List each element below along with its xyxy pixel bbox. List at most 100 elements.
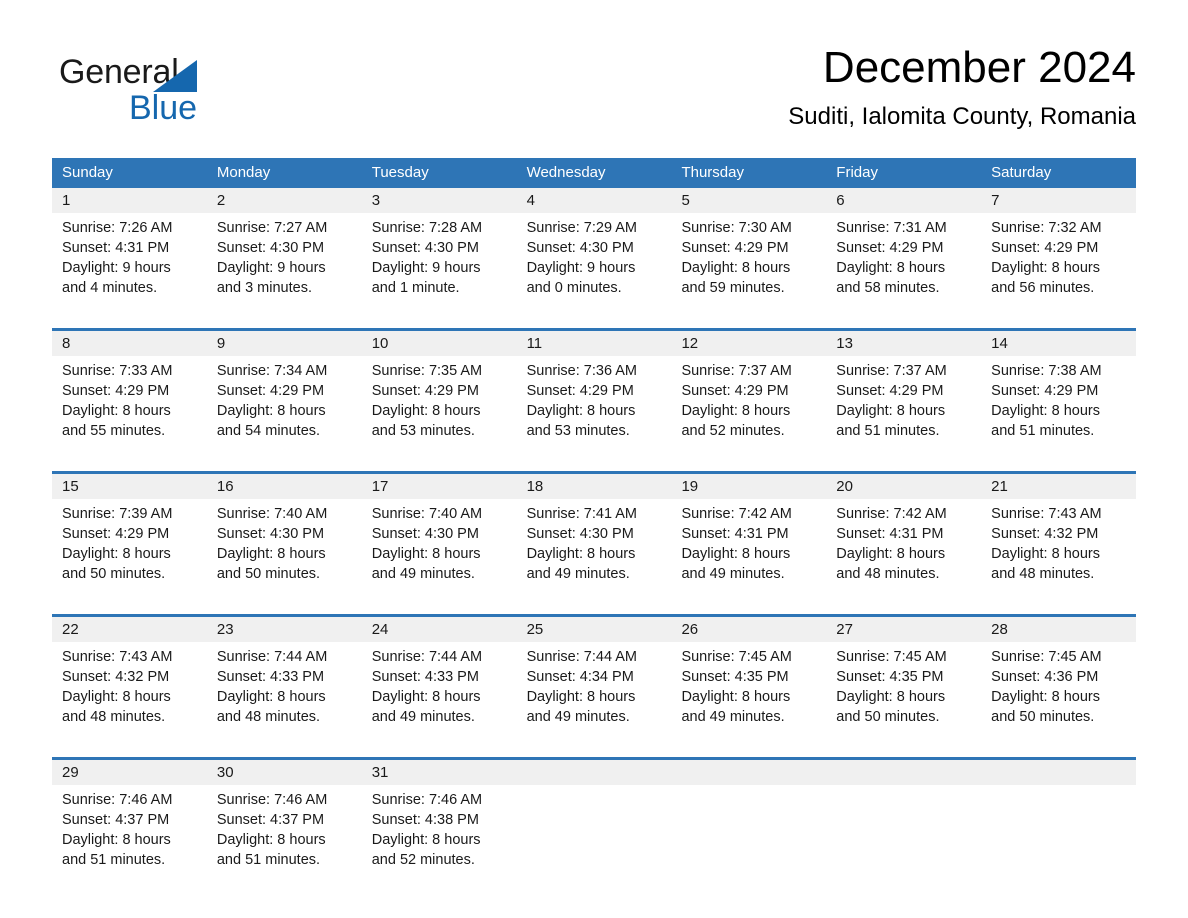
day-number[interactable]: 2 — [207, 188, 362, 213]
day-cell[interactable]: Sunrise: 7:29 AM Sunset: 4:30 PM Dayligh… — [517, 213, 672, 306]
day-cell[interactable]: Sunrise: 7:38 AM Sunset: 4:29 PM Dayligh… — [981, 356, 1136, 449]
daylight-text-line2: and 49 minutes. — [526, 709, 630, 725]
daylight-text-line1: Daylight: 8 hours — [62, 546, 171, 562]
day-cell[interactable]: Sunrise: 7:27 AM Sunset: 4:30 PM Dayligh… — [207, 213, 362, 306]
day-number[interactable]: 25 — [517, 617, 672, 642]
day-cell[interactable]: Sunrise: 7:26 AM Sunset: 4:31 PM Dayligh… — [52, 213, 207, 306]
week-daynumber-band: 1 2 3 4 5 6 7 — [52, 188, 1136, 213]
day-cell-empty — [517, 785, 672, 878]
day-number[interactable]: 7 — [981, 188, 1136, 213]
day-number[interactable]: 13 — [826, 331, 981, 356]
day-cell[interactable]: Sunrise: 7:46 AM Sunset: 4:37 PM Dayligh… — [207, 785, 362, 878]
day-number[interactable]: 18 — [517, 474, 672, 499]
day-cell[interactable]: Sunrise: 7:43 AM Sunset: 4:32 PM Dayligh… — [981, 499, 1136, 592]
daylight-text-line1: Daylight: 8 hours — [681, 403, 791, 419]
daylight-text-line1: Daylight: 8 hours — [991, 546, 1100, 562]
daylight-text-line2: and 51 minutes. — [836, 423, 940, 439]
daylight-text-line2: and 58 minutes. — [836, 280, 940, 296]
day-cell[interactable]: Sunrise: 7:41 AM Sunset: 4:30 PM Dayligh… — [517, 499, 672, 592]
day-cell[interactable]: Sunrise: 7:44 AM Sunset: 4:34 PM Dayligh… — [517, 642, 672, 735]
sunset-text: Sunset: 4:29 PM — [681, 383, 789, 399]
day-number[interactable]: 30 — [207, 760, 362, 785]
sunset-text: Sunset: 4:33 PM — [371, 669, 479, 685]
sunrise-text: Sunrise: 7:32 AM — [991, 220, 1102, 236]
sunrise-text: Sunrise: 7:39 AM — [62, 506, 173, 522]
day-cell[interactable]: Sunrise: 7:45 AM Sunset: 4:36 PM Dayligh… — [981, 642, 1136, 735]
sunrise-text: Sunrise: 7:37 AM — [681, 363, 792, 379]
day-cell[interactable]: Sunrise: 7:44 AM Sunset: 4:33 PM Dayligh… — [207, 642, 362, 735]
day-number[interactable]: 3 — [362, 188, 517, 213]
day-cell[interactable]: Sunrise: 7:31 AM Sunset: 4:29 PM Dayligh… — [826, 213, 981, 306]
day-cell[interactable]: Sunrise: 7:42 AM Sunset: 4:31 PM Dayligh… — [671, 499, 826, 592]
day-cell[interactable]: Sunrise: 7:45 AM Sunset: 4:35 PM Dayligh… — [826, 642, 981, 735]
sunrise-text: Sunrise: 7:26 AM — [62, 220, 173, 236]
day-cell[interactable]: Sunrise: 7:45 AM Sunset: 4:35 PM Dayligh… — [671, 642, 826, 735]
day-cell[interactable]: Sunrise: 7:36 AM Sunset: 4:29 PM Dayligh… — [517, 356, 672, 449]
day-number[interactable]: 6 — [826, 188, 981, 213]
day-number[interactable]: 4 — [517, 188, 672, 213]
day-cell[interactable]: Sunrise: 7:42 AM Sunset: 4:31 PM Dayligh… — [826, 499, 981, 592]
daylight-text-line1: Daylight: 9 hours — [62, 260, 171, 276]
sunset-text: Sunset: 4:32 PM — [991, 526, 1099, 542]
week-row: 22 23 24 25 26 27 28 Sunrise: 7:43 AM Su… — [52, 614, 1136, 757]
sunset-text: Sunset: 4:37 PM — [62, 812, 170, 828]
daylight-text-line1: Daylight: 8 hours — [681, 546, 791, 562]
day-number[interactable]: 26 — [671, 617, 826, 642]
day-number[interactable]: 11 — [517, 331, 672, 356]
day-cell[interactable]: Sunrise: 7:37 AM Sunset: 4:29 PM Dayligh… — [671, 356, 826, 449]
day-number[interactable]: 23 — [207, 617, 362, 642]
day-number[interactable]: 10 — [362, 331, 517, 356]
row-spacer — [52, 735, 1136, 757]
sunset-text: Sunset: 4:29 PM — [62, 383, 170, 399]
day-number[interactable]: 16 — [207, 474, 362, 499]
day-number[interactable]: 29 — [52, 760, 207, 785]
day-cell[interactable]: Sunrise: 7:39 AM Sunset: 4:29 PM Dayligh… — [52, 499, 207, 592]
day-cell[interactable]: Sunrise: 7:32 AM Sunset: 4:29 PM Dayligh… — [981, 213, 1136, 306]
day-number[interactable]: 5 — [671, 188, 826, 213]
day-number[interactable]: 21 — [981, 474, 1136, 499]
day-number[interactable]: 9 — [207, 331, 362, 356]
day-cell-empty — [826, 785, 981, 878]
daylight-text-line2: and 50 minutes. — [836, 709, 940, 725]
sunrise-text: Sunrise: 7:30 AM — [681, 220, 792, 236]
day-number[interactable]: 19 — [671, 474, 826, 499]
week-detail-band: Sunrise: 7:26 AM Sunset: 4:31 PM Dayligh… — [52, 213, 1136, 306]
day-number[interactable]: 27 — [826, 617, 981, 642]
day-number[interactable]: 1 — [52, 188, 207, 213]
logo-text-blue: Blue — [129, 89, 198, 127]
row-spacer — [52, 306, 1136, 328]
week-detail-band: Sunrise: 7:43 AM Sunset: 4:32 PM Dayligh… — [52, 642, 1136, 735]
day-number[interactable]: 14 — [981, 331, 1136, 356]
sunrise-text: Sunrise: 7:28 AM — [371, 220, 483, 236]
day-cell[interactable]: Sunrise: 7:37 AM Sunset: 4:29 PM Dayligh… — [826, 356, 981, 449]
day-cell[interactable]: Sunrise: 7:44 AM Sunset: 4:33 PM Dayligh… — [362, 642, 517, 735]
sunrise-text: Sunrise: 7:46 AM — [371, 792, 483, 808]
day-cell[interactable]: Sunrise: 7:40 AM Sunset: 4:30 PM Dayligh… — [362, 499, 517, 592]
sunrise-text: Sunrise: 7:37 AM — [836, 363, 947, 379]
general-blue-logo[interactable]: General Blue — [59, 52, 319, 132]
sunset-text: Sunset: 4:29 PM — [526, 383, 634, 399]
day-number[interactable]: 22 — [52, 617, 207, 642]
week-detail-band: Sunrise: 7:46 AM Sunset: 4:37 PM Dayligh… — [52, 785, 1136, 878]
day-number[interactable]: 17 — [362, 474, 517, 499]
day-number[interactable]: 8 — [52, 331, 207, 356]
day-cell[interactable]: Sunrise: 7:33 AM Sunset: 4:29 PM Dayligh… — [52, 356, 207, 449]
sunset-text: Sunset: 4:34 PM — [526, 669, 634, 685]
day-number[interactable]: 15 — [52, 474, 207, 499]
day-number[interactable]: 28 — [981, 617, 1136, 642]
day-cell[interactable]: Sunrise: 7:46 AM Sunset: 4:37 PM Dayligh… — [52, 785, 207, 878]
day-number[interactable]: 24 — [362, 617, 517, 642]
day-cell[interactable]: Sunrise: 7:46 AM Sunset: 4:38 PM Dayligh… — [362, 785, 517, 878]
day-number[interactable]: 31 — [362, 760, 517, 785]
day-cell[interactable]: Sunrise: 7:30 AM Sunset: 4:29 PM Dayligh… — [671, 213, 826, 306]
day-cell[interactable]: Sunrise: 7:34 AM Sunset: 4:29 PM Dayligh… — [207, 356, 362, 449]
day-cell[interactable]: Sunrise: 7:43 AM Sunset: 4:32 PM Dayligh… — [52, 642, 207, 735]
day-number[interactable]: 20 — [826, 474, 981, 499]
day-cell[interactable]: Sunrise: 7:35 AM Sunset: 4:29 PM Dayligh… — [362, 356, 517, 449]
sunset-text: Sunset: 4:29 PM — [62, 526, 170, 542]
day-cell[interactable]: Sunrise: 7:40 AM Sunset: 4:30 PM Dayligh… — [207, 499, 362, 592]
day-number[interactable]: 12 — [671, 331, 826, 356]
calendar-page: General Blue December 2024 Suditi, Ialom… — [0, 0, 1188, 918]
page-subtitle: Suditi, Ialomita County, Romania — [788, 103, 1136, 130]
day-cell[interactable]: Sunrise: 7:28 AM Sunset: 4:30 PM Dayligh… — [362, 213, 517, 306]
